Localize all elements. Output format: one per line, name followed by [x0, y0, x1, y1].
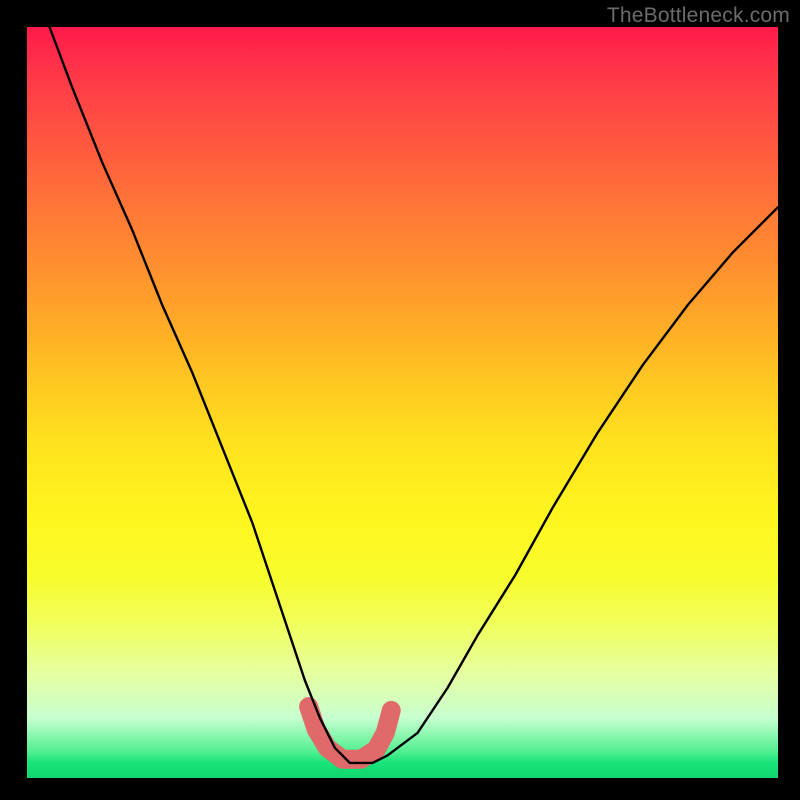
bottleneck-curve-path	[50, 27, 778, 763]
trough-marker-path	[309, 707, 392, 760]
chart-frame: TheBottleneck.com	[0, 0, 800, 800]
plot-area	[27, 27, 778, 778]
watermark-text: TheBottleneck.com	[607, 4, 790, 28]
chart-svg	[27, 27, 778, 778]
